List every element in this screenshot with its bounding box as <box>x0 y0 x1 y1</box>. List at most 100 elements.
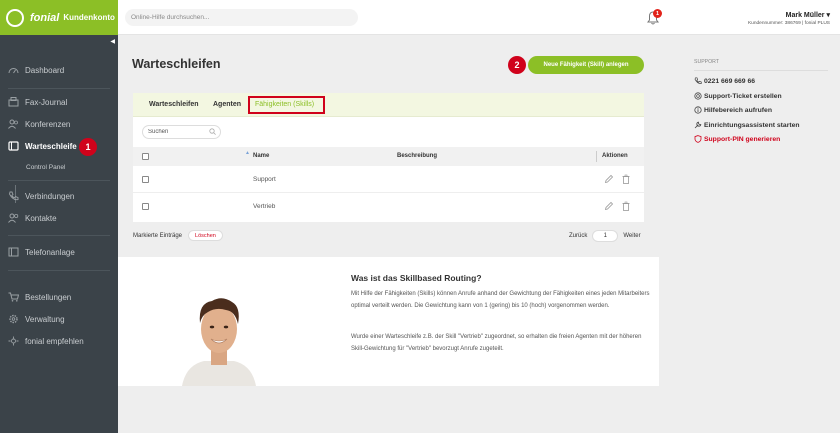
sidebar-item-verbindungen[interactable]: Verbindungen <box>0 191 118 201</box>
bulk-actions: Markierte Einträge Löschen <box>133 230 223 241</box>
notification-badge: 1 <box>653 9 662 18</box>
sidebar-item-label: fonial empfehlen <box>25 336 84 346</box>
sidebar-item-label: Fax-Journal <box>25 97 68 107</box>
support-person-photo <box>182 298 256 386</box>
info-paragraph-1: Mit Hilfe der Fähigkeiten (Skills) könne… <box>351 291 650 309</box>
support-pin-label: Support-PIN generieren <box>704 135 781 143</box>
sidebar-item-fonial-empfehlen[interactable]: fonial empfehlen <box>0 336 118 346</box>
new-skill-button[interactable]: Neue Fähigkeit (Skill) anlegen <box>528 56 644 74</box>
top-bar: fonial Kundenkonto 1 Mark Müller ▾ Kunde… <box>0 0 840 35</box>
brand-product: Kundenkonto <box>63 13 115 22</box>
edit-icon[interactable] <box>604 174 614 184</box>
column-name[interactable]: Name <box>253 153 269 159</box>
divider <box>8 88 110 89</box>
lifebuoy-icon <box>694 92 702 100</box>
sidebar-item-verwaltung[interactable]: Verwaltung <box>0 314 118 324</box>
sidebar-subitem-control-panel[interactable]: Control Panel <box>26 164 65 171</box>
step-2-badge: 2 <box>508 56 526 74</box>
speedometer-icon <box>8 68 19 74</box>
divider <box>8 235 110 236</box>
customer-details: Kundennummer: 386769 | fonial PLUS <box>747 21 830 26</box>
support-ticket-link[interactable]: Support-Ticket erstellen <box>694 92 782 100</box>
sidebar: ◀ Dashboard Fax-Journal Konferenzen Wart… <box>0 35 118 433</box>
user-name: Mark Müller <box>785 12 825 19</box>
support-pin-link[interactable]: Support-PIN generieren <box>694 135 780 143</box>
divider <box>694 70 828 71</box>
sort-asc-icon[interactable]: ▲ <box>245 150 250 156</box>
fonial-logo-icon <box>6 8 24 27</box>
delete-button[interactable]: Löschen <box>188 230 223 241</box>
select-all-checkbox[interactable] <box>142 153 149 160</box>
row-name: Support <box>253 176 276 183</box>
support-header: SUPPORT <box>694 59 719 65</box>
user-menu[interactable]: Mark Müller ▾ Kundennummer: 386769 | fon… <box>748 11 830 26</box>
sidebar-item-label: Bestellungen <box>25 292 72 302</box>
support-phone[interactable]: 0221 669 669 66 <box>694 77 755 85</box>
table-header: ▲ Name Beschreibung Aktionen <box>133 147 644 166</box>
pbx-icon <box>8 247 19 257</box>
sidebar-item-label: Dashboard <box>25 65 65 75</box>
support-panel: SUPPORT 0221 669 669 66 Support-Ticket e… <box>686 35 840 433</box>
sidebar-item-bestellungen[interactable]: Bestellungen <box>0 292 118 302</box>
gear-icon <box>9 314 18 324</box>
pagination: Zurück 1 Weiter <box>569 230 641 242</box>
tab-agenten[interactable]: Agenten <box>213 101 241 108</box>
trash-icon[interactable] <box>621 174 631 184</box>
info-panel: Was ist das Skillbased Routing? Mit Hilf… <box>118 257 659 386</box>
help-area-label: Hilfebereich aufrufen <box>704 106 772 114</box>
skills-card: Warteschleifen Agenten Fähigkeiten (Skil… <box>133 93 644 222</box>
contacts-icon <box>8 213 19 223</box>
shield-icon <box>694 135 702 143</box>
search-icon[interactable] <box>209 128 216 135</box>
table-row: Support <box>133 166 644 193</box>
fax-icon <box>8 97 19 107</box>
column-description: Beschreibung <box>397 153 438 159</box>
bulk-label: Markierte Einträge <box>133 232 183 239</box>
row-checkbox[interactable] <box>142 203 149 210</box>
info-paragraph-2: Wurde einer Warteschleife z.B. der Skill… <box>351 334 642 352</box>
help-search-input[interactable] <box>125 9 358 26</box>
brand-logo[interactable]: fonial Kundenkonto <box>0 0 118 35</box>
sidebar-item-kontakte[interactable]: Kontakte <box>0 213 118 223</box>
support-ticket-label: Support-Ticket erstellen <box>704 92 782 100</box>
next-page-link[interactable]: Weiter <box>623 233 640 239</box>
support-phone-number: 0221 669 669 66 <box>704 77 756 85</box>
info-title: Was ist das Skillbased Routing? <box>351 273 482 283</box>
recommend-icon <box>8 336 19 346</box>
highlight-box <box>248 96 325 114</box>
tab-bar: Warteschleifen Agenten Fähigkeiten (Skil… <box>133 93 644 117</box>
divider <box>8 270 110 271</box>
row-name: Vertrieb <box>253 203 276 210</box>
help-area-link[interactable]: Hilfebereich aufrufen <box>694 106 772 114</box>
prev-page-link[interactable]: Zurück <box>569 233 587 239</box>
trash-icon[interactable] <box>621 201 631 211</box>
edit-icon[interactable] <box>604 201 614 211</box>
divider <box>8 180 110 181</box>
sidebar-item-label: Verbindungen <box>25 191 75 201</box>
sidebar-item-label: Kontakte <box>25 213 57 223</box>
brand-name: fonial <box>30 11 60 24</box>
sidebar-item-telefonanlage[interactable]: Telefonanlage <box>0 247 118 257</box>
sidebar-item-label: Telefonanlage <box>25 247 75 257</box>
table-row: Vertrieb <box>133 193 644 220</box>
step-1-badge: 1 <box>79 138 97 156</box>
column-actions: Aktionen <box>602 153 628 159</box>
setup-wizard-label: Einrichtungsassistent starten <box>704 121 800 129</box>
sidebar-item-warteschleife[interactable]: Warteschleife <box>0 141 118 151</box>
row-checkbox[interactable] <box>142 176 149 183</box>
page-number-input[interactable]: 1 <box>592 230 619 242</box>
wrench-icon <box>694 121 702 129</box>
collapse-sidebar-icon[interactable]: ◀ <box>110 38 115 45</box>
sidebar-item-konferenzen[interactable]: Konferenzen <box>0 119 118 129</box>
sidebar-item-label: Konferenzen <box>25 119 71 129</box>
sidebar-item-label: Verwaltung <box>25 314 65 324</box>
page-title: Warteschleifen <box>132 57 221 71</box>
setup-wizard-link[interactable]: Einrichtungsassistent starten <box>694 121 800 129</box>
people-icon <box>8 119 18 129</box>
phone-icon <box>694 77 702 84</box>
cart-icon <box>8 292 19 302</box>
main-content: Warteschleifen 2 Neue Fähigkeit (Skill) … <box>118 35 686 433</box>
tab-warteschleifen[interactable]: Warteschleifen <box>149 101 199 108</box>
sidebar-item-dashboard[interactable]: Dashboard <box>0 65 118 75</box>
sidebar-item-fax-journal[interactable]: Fax-Journal <box>0 97 118 107</box>
